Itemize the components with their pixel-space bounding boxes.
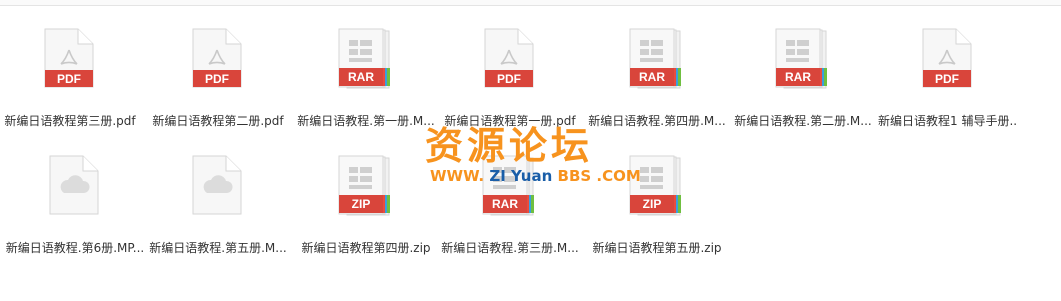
cloud-file-icon bbox=[49, 155, 101, 221]
file-name: 新编日语教程.第6册.MP... bbox=[5, 241, 145, 255]
file-item[interactable]: PDF 新编日语教程第二册.pdf bbox=[148, 28, 288, 148]
file-item[interactable]: PDF 新编日语教程第三册.pdf bbox=[0, 28, 140, 148]
file-name: 新编日语教程第三册.pdf bbox=[4, 114, 136, 128]
file-item[interactable]: ZIP 新编日语教程第四册.zip bbox=[296, 155, 436, 275]
file-type-badge: RAR bbox=[785, 70, 811, 84]
file-type-badge: PDF bbox=[497, 72, 521, 86]
file-item[interactable]: 新编日语教程.第6册.MP... bbox=[5, 155, 145, 275]
cloud-file-icon bbox=[192, 155, 244, 221]
file-name: 新编日语教程第二册.pdf bbox=[152, 114, 284, 128]
file-type-badge: PDF bbox=[935, 72, 959, 86]
file-item[interactable]: ZIP 新编日语教程第五册.zip bbox=[587, 155, 727, 275]
file-name: 新编日语教程.第三册.M... bbox=[441, 241, 579, 255]
file-name: 新编日语教程1 辅导手册... bbox=[878, 114, 1018, 128]
rar-icon: RAR bbox=[629, 28, 685, 94]
file-name: 新编日语教程第五册.zip bbox=[592, 241, 722, 255]
file-item[interactable]: 新编日语教程.第五册.M... bbox=[148, 155, 288, 275]
file-name: 新编日语教程.第二册.M... bbox=[734, 114, 872, 128]
file-item[interactable]: PDF 新编日语教程1 辅导手册... bbox=[878, 28, 1018, 148]
file-name: 新编日语教程.第五册.M... bbox=[149, 241, 287, 255]
top-toolbar-edge bbox=[0, 0, 1061, 6]
pdf-icon: PDF bbox=[484, 28, 536, 94]
file-name: 新编日语教程.第四册.M... bbox=[588, 114, 726, 128]
pdf-icon: PDF bbox=[192, 28, 244, 94]
file-type-badge: RAR bbox=[348, 70, 374, 84]
file-type-badge: ZIP bbox=[352, 197, 371, 211]
file-type-badge: PDF bbox=[205, 72, 229, 86]
file-type-badge: PDF bbox=[57, 72, 81, 86]
pdf-icon: PDF bbox=[922, 28, 974, 94]
file-item[interactable]: RAR 新编日语教程.第二册.M... bbox=[733, 28, 873, 148]
file-item[interactable]: RAR 新编日语教程.第四册.M... bbox=[587, 28, 727, 148]
zip-icon: ZIP bbox=[338, 155, 394, 221]
file-name: 新编日语教程第一册.pdf bbox=[444, 114, 576, 128]
pdf-icon: PDF bbox=[44, 28, 96, 94]
file-item[interactable]: PDF 新编日语教程第一册.pdf bbox=[440, 28, 580, 148]
file-item[interactable]: RAR 新编日语教程.第三册.M... bbox=[440, 155, 580, 275]
file-item[interactable]: RAR 新编日语教程.第一册.M... bbox=[296, 28, 436, 148]
rar-icon: RAR bbox=[775, 28, 831, 94]
rar-icon: RAR bbox=[482, 155, 538, 221]
zip-icon: ZIP bbox=[629, 155, 685, 221]
file-type-badge: ZIP bbox=[643, 197, 662, 211]
file-type-badge: RAR bbox=[492, 197, 518, 211]
file-type-badge: RAR bbox=[639, 70, 665, 84]
file-name: 新编日语教程.第一册.M... bbox=[297, 114, 435, 128]
rar-icon: RAR bbox=[338, 28, 394, 94]
file-name: 新编日语教程第四册.zip bbox=[301, 241, 431, 255]
